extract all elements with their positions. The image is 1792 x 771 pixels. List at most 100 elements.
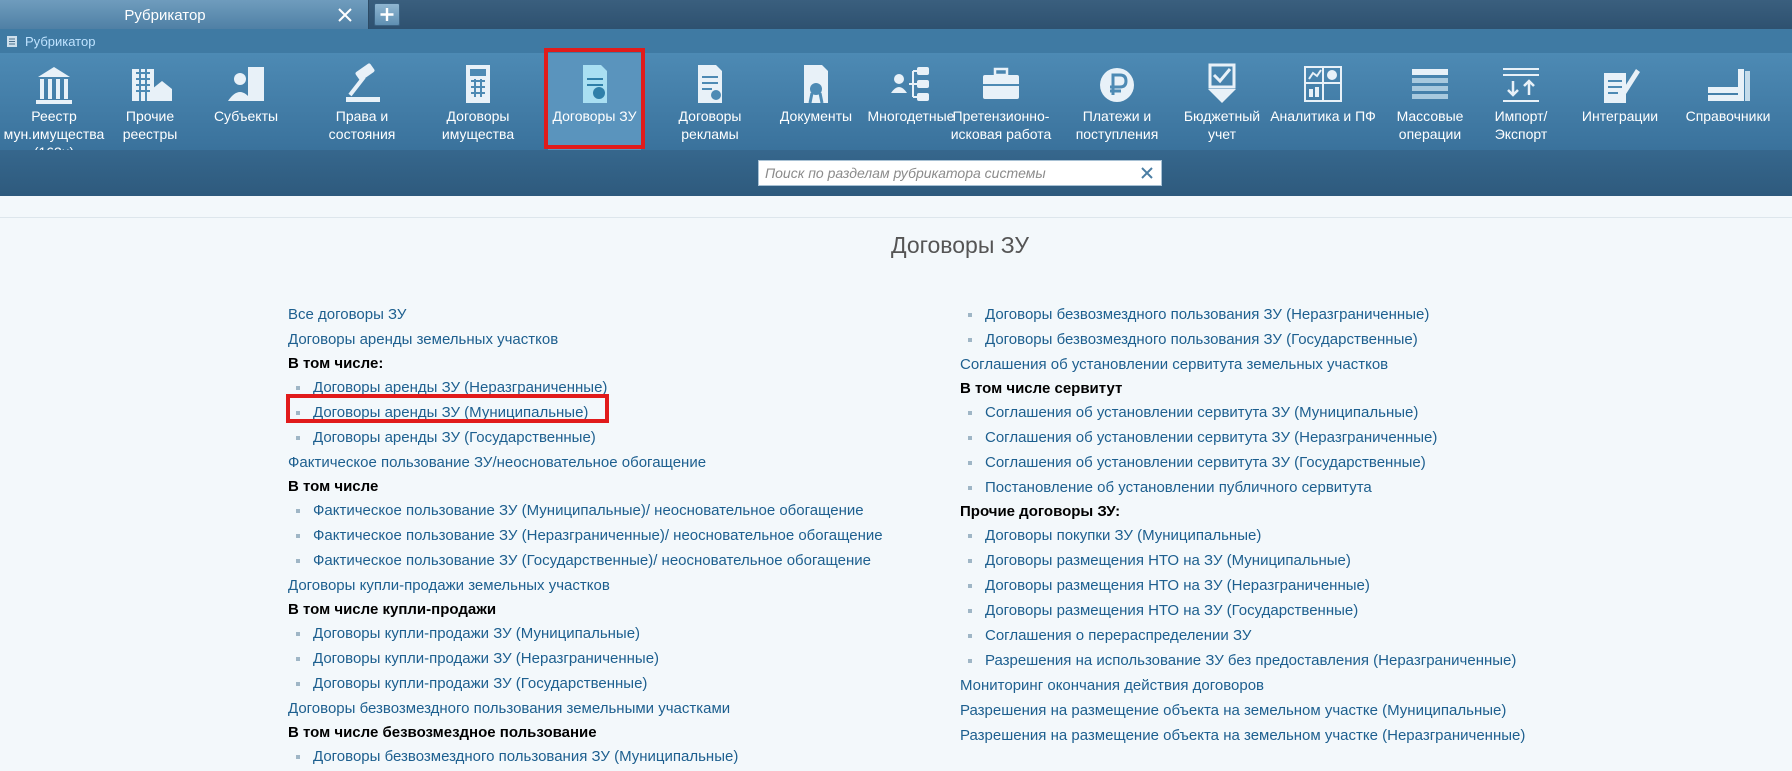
sub-link[interactable]: Договоры безвозмездного пользования ЗУ (… bbox=[288, 744, 883, 769]
sub-link[interactable]: Договоры размещения НТО на ЗУ (Муниципал… bbox=[960, 548, 1525, 573]
toolbar-item-rights[interactable]: Права и состояния bbox=[312, 53, 412, 150]
section-link[interactable]: Договоры безвозмездного пользования земе… bbox=[288, 696, 883, 721]
section-heading: В том числе: bbox=[288, 355, 384, 372]
family-tree-icon bbox=[891, 67, 929, 101]
toolbar-item-label: Претензионно-исковая работа bbox=[950, 108, 1052, 142]
toolbar-item-label: Платежи и поступления bbox=[1075, 108, 1159, 142]
toolbar-item-label: Интеграции bbox=[1581, 108, 1659, 124]
sub-link[interactable]: Фактическое пользование ЗУ (Муниципальны… bbox=[288, 498, 883, 523]
buildings-grid-icon bbox=[132, 69, 172, 101]
toolbar-item-label: Субъекты bbox=[213, 108, 279, 124]
close-icon[interactable] bbox=[334, 4, 356, 26]
page-title: Договоры ЗУ bbox=[890, 232, 1029, 258]
toolbar-item-label: Бюджетный учет bbox=[1183, 108, 1261, 142]
toolbar-item-analytics[interactable]: Аналитика и ПФ bbox=[1268, 53, 1378, 150]
toolbar-item-registry[interactable]: Реестр мун.имущества (163н) bbox=[0, 53, 108, 160]
toolbar-item-label: Права и состояния bbox=[328, 108, 396, 142]
chart-dashboard-icon bbox=[1304, 66, 1342, 102]
table-rows-icon bbox=[1412, 69, 1448, 99]
tab-bar: Рубрикатор bbox=[0, 0, 1792, 29]
toolbar-item-label: Документы bbox=[779, 108, 853, 124]
toolbar-item-integrations[interactable]: Интеграции bbox=[1570, 53, 1670, 150]
section-heading: В том числе купли-продажи bbox=[288, 601, 497, 618]
toolbar-item-label: Справочники bbox=[1685, 108, 1771, 124]
section-link[interactable]: Договоры аренды земельных участков bbox=[288, 327, 883, 352]
toolbar-item-label: Аналитика и ПФ bbox=[1270, 108, 1376, 124]
search-box bbox=[758, 160, 1162, 186]
toolbar-item-label: Многодетные bbox=[867, 108, 955, 124]
tab-rubricator[interactable]: Рубрикатор bbox=[0, 0, 369, 29]
right-column: Договоры безвозмездного пользования ЗУ (… bbox=[960, 302, 1525, 748]
highlight-frame-item bbox=[286, 394, 609, 423]
sub-link[interactable]: Договоры купли-продажи ЗУ (Неразграничен… bbox=[288, 646, 883, 671]
tab-title: Рубрикатор bbox=[124, 7, 206, 24]
toolbar-item-label: Прочие реестры bbox=[122, 108, 178, 142]
section-heading: В том числе bbox=[288, 478, 379, 495]
gavel-icon bbox=[346, 63, 380, 102]
main-toolbar: Реестр мун.имущества (163н) Прочие реест… bbox=[0, 53, 1792, 160]
toolbar-item-import-export[interactable]: Импорт/ Экспорт bbox=[1476, 53, 1566, 150]
toolbar-item-ad-contracts[interactable]: Договоры рекламы bbox=[660, 53, 760, 150]
divider bbox=[0, 217, 1792, 218]
sub-link[interactable]: Соглашения о перераспределении ЗУ bbox=[960, 623, 1525, 648]
sub-link[interactable]: Договоры безвозмездного пользования ЗУ (… bbox=[960, 302, 1525, 327]
books-icon bbox=[1708, 69, 1750, 101]
sub-link[interactable]: Договоры купли-продажи ЗУ (Муниципальные… bbox=[288, 621, 883, 646]
section-heading: В том числе сервитут bbox=[960, 380, 1123, 397]
sub-link[interactable]: Договоры размещения НТО на ЗУ (Государст… bbox=[960, 598, 1525, 623]
breadcrumb-rubricator-link[interactable]: Рубрикатор bbox=[25, 29, 95, 54]
list-icon bbox=[7, 36, 17, 47]
sub-link[interactable]: Соглашения об установлении сервитута ЗУ … bbox=[960, 425, 1525, 450]
toolbar-item-documents[interactable]: Документы bbox=[772, 53, 860, 150]
section-link[interactable]: Договоры купли-продажи земельных участко… bbox=[288, 573, 883, 598]
document-ribbon-icon bbox=[804, 65, 828, 104]
add-tab-button[interactable] bbox=[374, 3, 400, 26]
toolbar-item-property-contracts[interactable]: Договоры имущества bbox=[428, 53, 528, 150]
section-link[interactable]: Все договоры ЗУ bbox=[288, 302, 883, 327]
section-link[interactable]: Фактическое пользование ЗУ/неосновательн… bbox=[288, 450, 883, 475]
sub-link[interactable]: Соглашения об установлении сервитута ЗУ … bbox=[960, 450, 1525, 475]
document-pen-icon bbox=[1604, 69, 1640, 103]
ad-contract-icon bbox=[698, 65, 722, 103]
sub-link[interactable]: Договоры безвозмездного пользования ЗУ (… bbox=[960, 327, 1525, 352]
section-link[interactable]: Мониторинг окончания действия договоров bbox=[960, 673, 1525, 698]
breadcrumb: Рубрикатор bbox=[0, 29, 1792, 53]
section-link[interactable]: Разрешения на размещение объекта на земе… bbox=[960, 723, 1525, 748]
clear-icon[interactable] bbox=[1139, 165, 1155, 181]
toolbar-item-large-families[interactable]: Многодетные bbox=[866, 53, 956, 150]
toolbar-item-budget[interactable]: Бюджетный учет bbox=[1172, 53, 1272, 150]
bank-building-icon bbox=[36, 67, 72, 104]
sub-link[interactable]: Договоры купли-продажи ЗУ (Государственн… bbox=[288, 671, 883, 696]
toolbar-item-label: Массовые операции bbox=[1396, 108, 1464, 142]
section-heading: Прочие договоры ЗУ: bbox=[960, 503, 1121, 520]
sub-link[interactable]: Договоры размещения НТО на ЗУ (Неразгран… bbox=[960, 573, 1525, 598]
left-column: Все договоры ЗУ Договоры аренды земельных… bbox=[288, 302, 883, 769]
toolbar-item-label: Договоры рекламы bbox=[678, 108, 742, 142]
sub-link[interactable]: Фактическое пользование ЗУ (Неразграниче… bbox=[288, 523, 883, 548]
plus-icon bbox=[380, 8, 394, 21]
search-bar bbox=[0, 150, 1792, 196]
import-export-icon bbox=[1503, 68, 1539, 102]
toolbar-item-payments[interactable]: Платежи и поступления bbox=[1066, 53, 1168, 150]
sub-link[interactable]: Разрешения на использование ЗУ без предо… bbox=[960, 648, 1525, 673]
toolbar-item-other-registries[interactable]: Прочие реестры bbox=[108, 53, 192, 150]
section-heading: В том числе безвозмездное пользование bbox=[288, 724, 597, 741]
section-link[interactable]: Разрешения на размещение объекта на земе… bbox=[960, 698, 1525, 723]
briefcase-icon bbox=[983, 67, 1019, 99]
toolbar-item-subjects[interactable]: Субъекты bbox=[200, 53, 292, 150]
people-building-icon bbox=[228, 67, 264, 101]
sub-link[interactable]: Фактическое пользование ЗУ (Государствен… bbox=[288, 548, 883, 573]
toolbar-item-references[interactable]: Справочники bbox=[1676, 53, 1780, 150]
section-link[interactable]: Соглашения об установлении сервитута зем… bbox=[960, 352, 1525, 377]
toolbar-item-label: Договоры имущества bbox=[441, 108, 515, 142]
toolbar-item-bulk-ops[interactable]: Массовые операции bbox=[1384, 53, 1476, 150]
sub-link[interactable]: Договоры аренды ЗУ (Государственные) bbox=[288, 425, 883, 450]
toolbar-item-claims[interactable]: Претензионно-исковая работа bbox=[950, 53, 1052, 150]
sub-link[interactable]: Соглашения об установлении сервитута ЗУ … bbox=[960, 400, 1525, 425]
highlight-frame-toolbar bbox=[544, 48, 645, 149]
search-input[interactable] bbox=[759, 161, 1131, 185]
sub-link[interactable]: Договоры покупки ЗУ (Муниципальные) bbox=[960, 523, 1525, 548]
sub-link[interactable]: Постановление об установлении публичного… bbox=[960, 475, 1525, 500]
toolbar-item-label: Импорт/ Экспорт bbox=[1494, 108, 1548, 142]
calculator-document-icon bbox=[466, 65, 490, 103]
